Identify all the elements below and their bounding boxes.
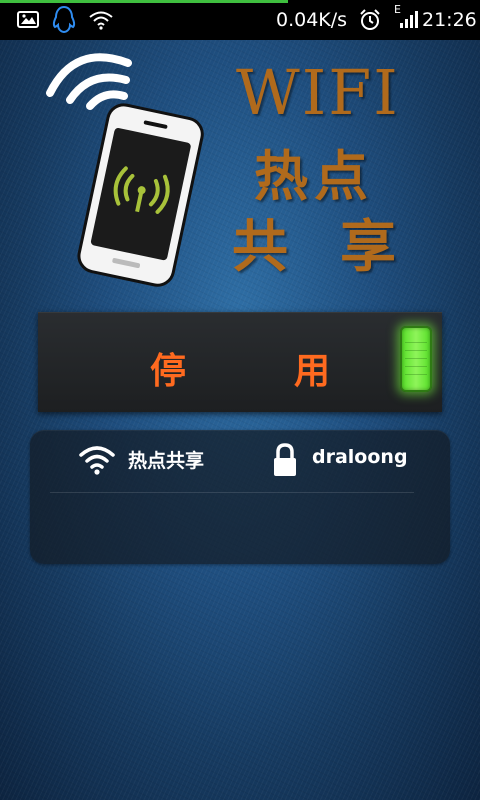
- toggle-knob[interactable]: [400, 326, 432, 392]
- title-share: 共享: [232, 214, 448, 280]
- wifi-icon: [79, 446, 115, 475]
- toggle-label-char-1: 停: [150, 351, 187, 392]
- lock-icon: [274, 443, 296, 476]
- image-icon: [17, 11, 39, 28]
- wifi-status-icon: [89, 11, 113, 30]
- signal-icon: [400, 11, 418, 28]
- qq-penguin-icon: [52, 5, 76, 34]
- hotspot-toggle[interactable]: 停 用: [38, 312, 442, 412]
- title-wifi: WIFI: [236, 56, 400, 129]
- broadcast-waves-icon: [46, 53, 132, 110]
- ssid-label: 热点共享: [128, 450, 205, 472]
- status-bar: 0.04K/s E 21:26: [0, 0, 480, 40]
- clock: 21:26: [422, 9, 477, 31]
- network-speed: 0.04K/s: [276, 9, 348, 31]
- title-hotspot: 热点: [254, 144, 374, 208]
- status-progress-bar: [0, 0, 288, 3]
- hotspot-info-panel: 热点共享 draloong: [30, 430, 450, 564]
- password-label: draloong: [312, 446, 408, 468]
- phone-wifi-illustration: [46, 53, 204, 287]
- alarm-icon: [360, 9, 380, 30]
- info-divider: [50, 492, 414, 493]
- toggle-label-char-2: 用: [294, 351, 331, 392]
- phone-icon: [77, 103, 204, 287]
